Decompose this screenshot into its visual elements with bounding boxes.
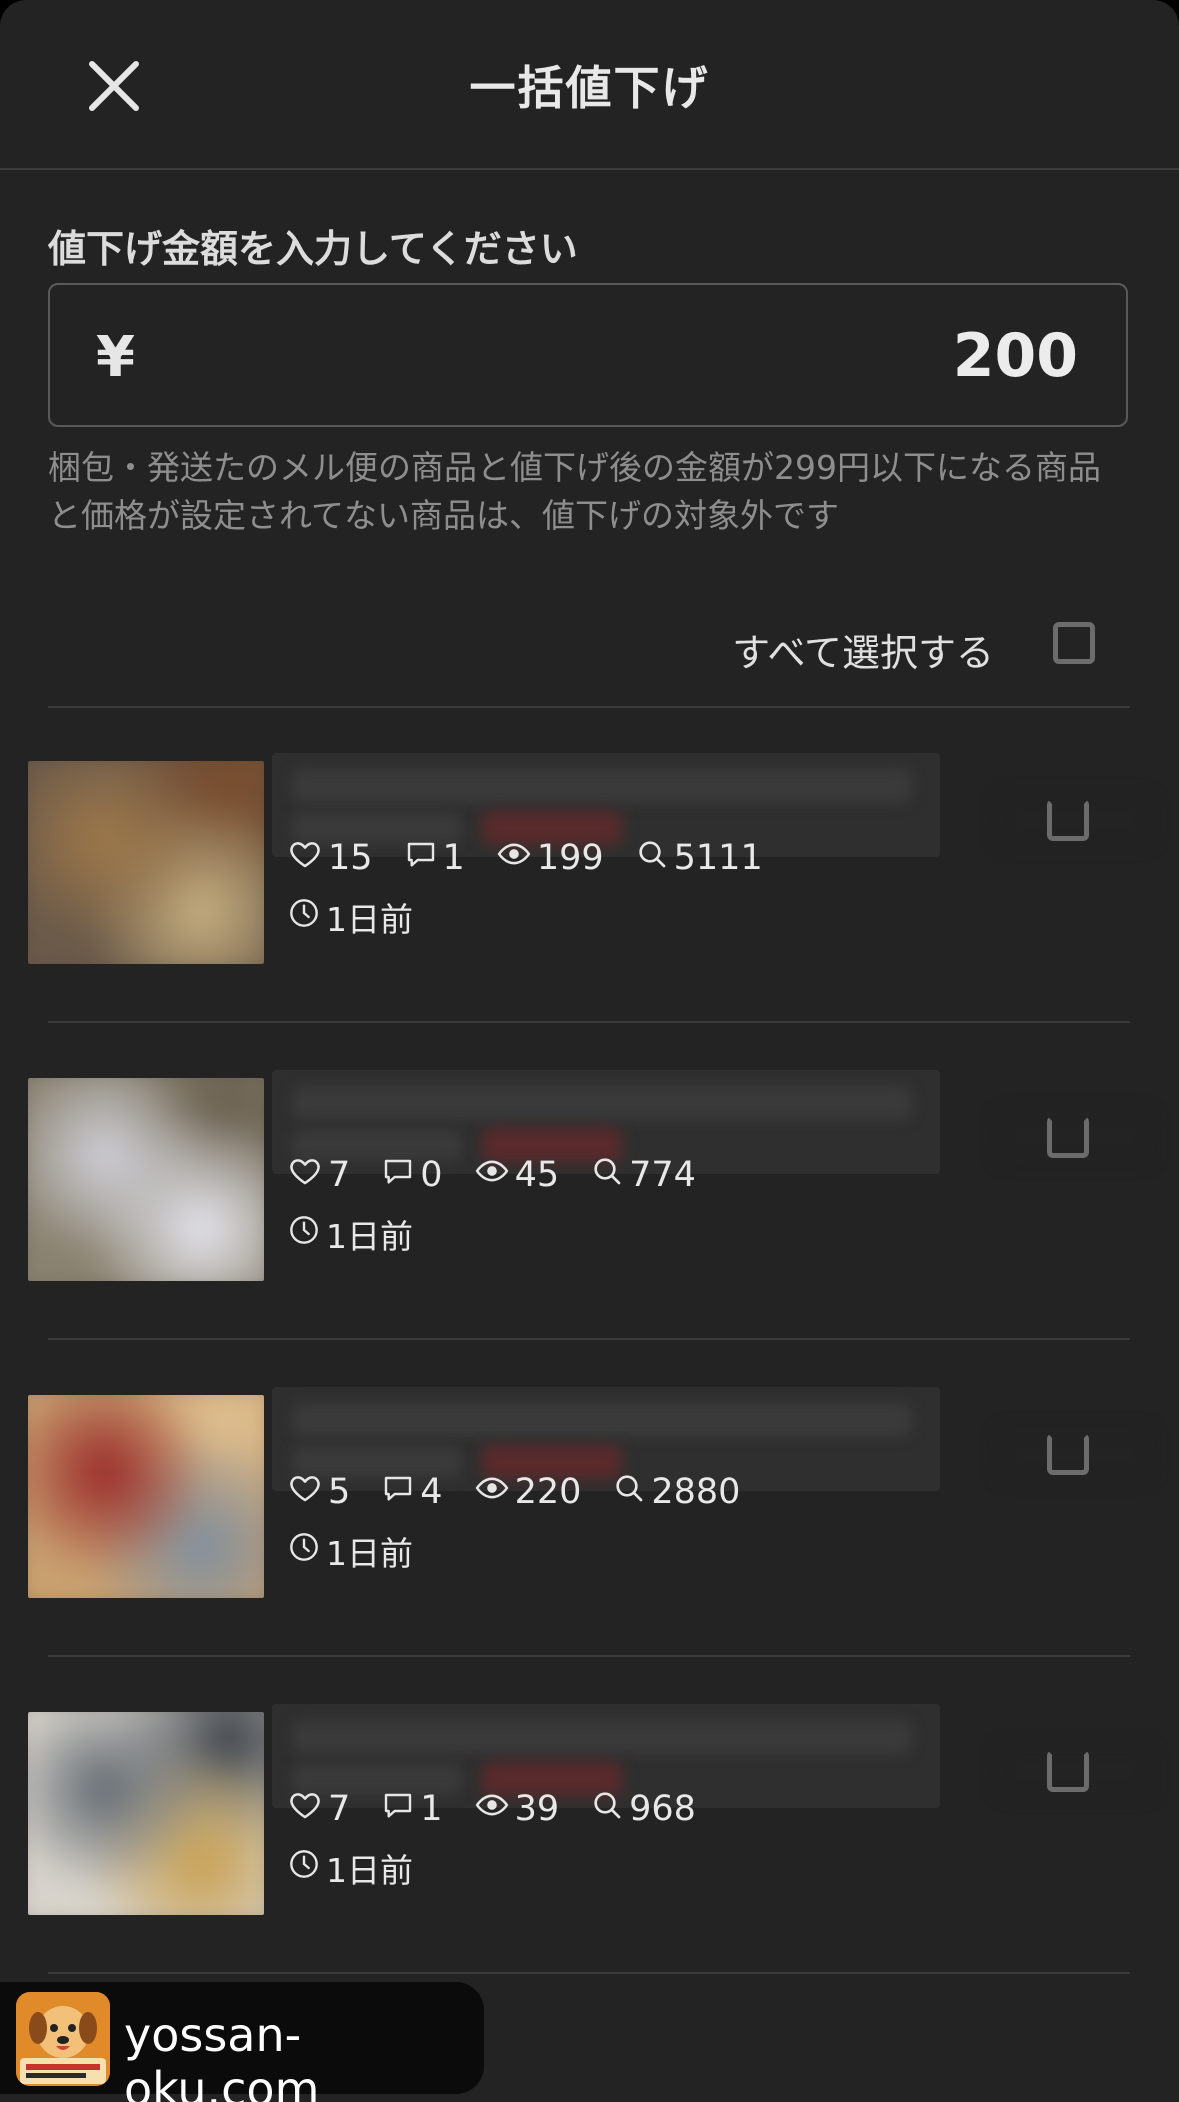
clock-icon: [288, 897, 326, 937]
comments-stat: 1: [382, 1789, 443, 1830]
likes-stat: 7: [288, 1788, 350, 1831]
currency-symbol: ¥: [96, 325, 135, 390]
heart-icon: [288, 837, 328, 880]
time-label: 1日前: [326, 900, 413, 939]
searches-count: 5111: [673, 838, 763, 878]
views-count: 220: [514, 1472, 582, 1512]
select-all-row: すべて選択する: [48, 600, 1130, 708]
eye-icon: [475, 1471, 515, 1514]
views-count: 199: [536, 838, 604, 878]
searches-stat: 5111: [636, 838, 763, 879]
price-input-label: 値下げ金額を入力してください: [48, 227, 578, 271]
likes-stat: 7: [288, 1154, 350, 1197]
search-icon: [591, 1789, 629, 1830]
watermark: yossan-oku.com: [0, 1982, 484, 2102]
searches-count: 968: [629, 1789, 696, 1829]
item-checkbox[interactable]: [1047, 799, 1089, 841]
page-title: 一括値下げ: [469, 61, 710, 115]
searches-count: 2880: [651, 1472, 741, 1512]
comments-stat: 1: [405, 838, 465, 879]
heart-icon: [288, 1471, 328, 1514]
clock-icon: [288, 1214, 326, 1254]
bulk-price-reduction-sheet: 一括値下げ 値下げ金額を入力してください ¥ 200 梱包・発送たのメル便の商品…: [0, 0, 1179, 2102]
views-count: 39: [514, 1789, 560, 1829]
comments-count: 0: [420, 1155, 443, 1195]
item-row[interactable]: 7 0 45 774 1日前: [0, 1023, 1179, 1340]
likes-stat: 15: [288, 837, 373, 880]
item-stats: 7 0 45 774: [288, 1153, 728, 1197]
item-time: 1日前: [288, 1210, 413, 1258]
heart-icon: [288, 1154, 328, 1197]
item-thumbnail: [28, 761, 264, 964]
views-count: 45: [514, 1155, 560, 1195]
likes-count: 5: [328, 1472, 351, 1512]
select-all-checkbox[interactable]: [1053, 622, 1095, 664]
clock-icon: [288, 1848, 326, 1888]
item-row[interactable]: 7 1 39 968 1日前: [0, 1657, 1179, 1974]
searches-stat: 2880: [613, 1472, 740, 1513]
views-stat: 199: [497, 837, 604, 880]
time-label: 1日前: [326, 1534, 413, 1573]
watermark-text: yossan-oku.com: [124, 2008, 320, 2102]
search-icon: [636, 838, 674, 879]
comment-icon: [382, 1789, 420, 1830]
item-checkbox[interactable]: [1047, 1116, 1089, 1158]
likes-count: 7: [328, 1789, 351, 1829]
exclusion-notice: 梱包・発送たのメル便の商品と値下げ後の金額が299円以下になる商品と価格が設定さ…: [48, 448, 1101, 535]
searches-stat: 774: [591, 1155, 696, 1196]
divider: [48, 1972, 1130, 1974]
time-label: 1日前: [326, 1851, 413, 1890]
search-icon: [591, 1155, 629, 1196]
item-stats: 7 1 39 968: [288, 1787, 728, 1831]
item-thumbnail: [28, 1395, 264, 1598]
eye-icon: [497, 837, 537, 880]
heart-icon: [288, 1788, 328, 1831]
eye-icon: [475, 1154, 515, 1197]
comment-icon: [405, 838, 443, 879]
views-stat: 220: [475, 1471, 582, 1514]
comments-count: 1: [442, 838, 465, 878]
likes-count: 7: [328, 1155, 351, 1195]
searches-stat: 968: [591, 1789, 696, 1830]
likes-stat: 5: [288, 1471, 350, 1514]
comment-icon: [382, 1155, 420, 1196]
likes-count: 15: [328, 838, 373, 878]
price-input[interactable]: ¥ 200: [48, 283, 1128, 427]
header: 一括値下げ: [0, 0, 1179, 170]
watermark-logo: [16, 1992, 110, 2086]
item-stats: 15 1 199 5111: [288, 836, 795, 880]
views-stat: 45: [475, 1154, 560, 1197]
item-time: 1日前: [288, 1844, 413, 1892]
item-thumbnail: [28, 1078, 264, 1281]
select-all-label[interactable]: すべて選択する: [732, 622, 994, 677]
comments-count: 1: [420, 1789, 443, 1829]
item-row[interactable]: 15 1 199 5111 1日前: [0, 706, 1179, 1023]
item-thumbnail: [28, 1712, 264, 1915]
search-icon: [613, 1472, 651, 1513]
comments-count: 4: [420, 1472, 443, 1512]
item-time: 1日前: [288, 893, 413, 941]
price-input-value[interactable]: 200: [953, 321, 1078, 391]
item-stats: 5 4 220 2880: [288, 1470, 772, 1514]
comments-stat: 4: [382, 1472, 443, 1513]
item-checkbox[interactable]: [1047, 1433, 1089, 1475]
time-label: 1日前: [326, 1217, 413, 1256]
eye-icon: [475, 1788, 515, 1831]
searches-count: 774: [629, 1155, 696, 1195]
item-row[interactable]: 5 4 220 2880 1日前: [0, 1340, 1179, 1657]
clock-icon: [288, 1531, 326, 1571]
item-time: 1日前: [288, 1527, 413, 1575]
comments-stat: 0: [382, 1155, 443, 1196]
comment-icon: [382, 1472, 420, 1513]
item-checkbox[interactable]: [1047, 1750, 1089, 1792]
views-stat: 39: [475, 1788, 560, 1831]
